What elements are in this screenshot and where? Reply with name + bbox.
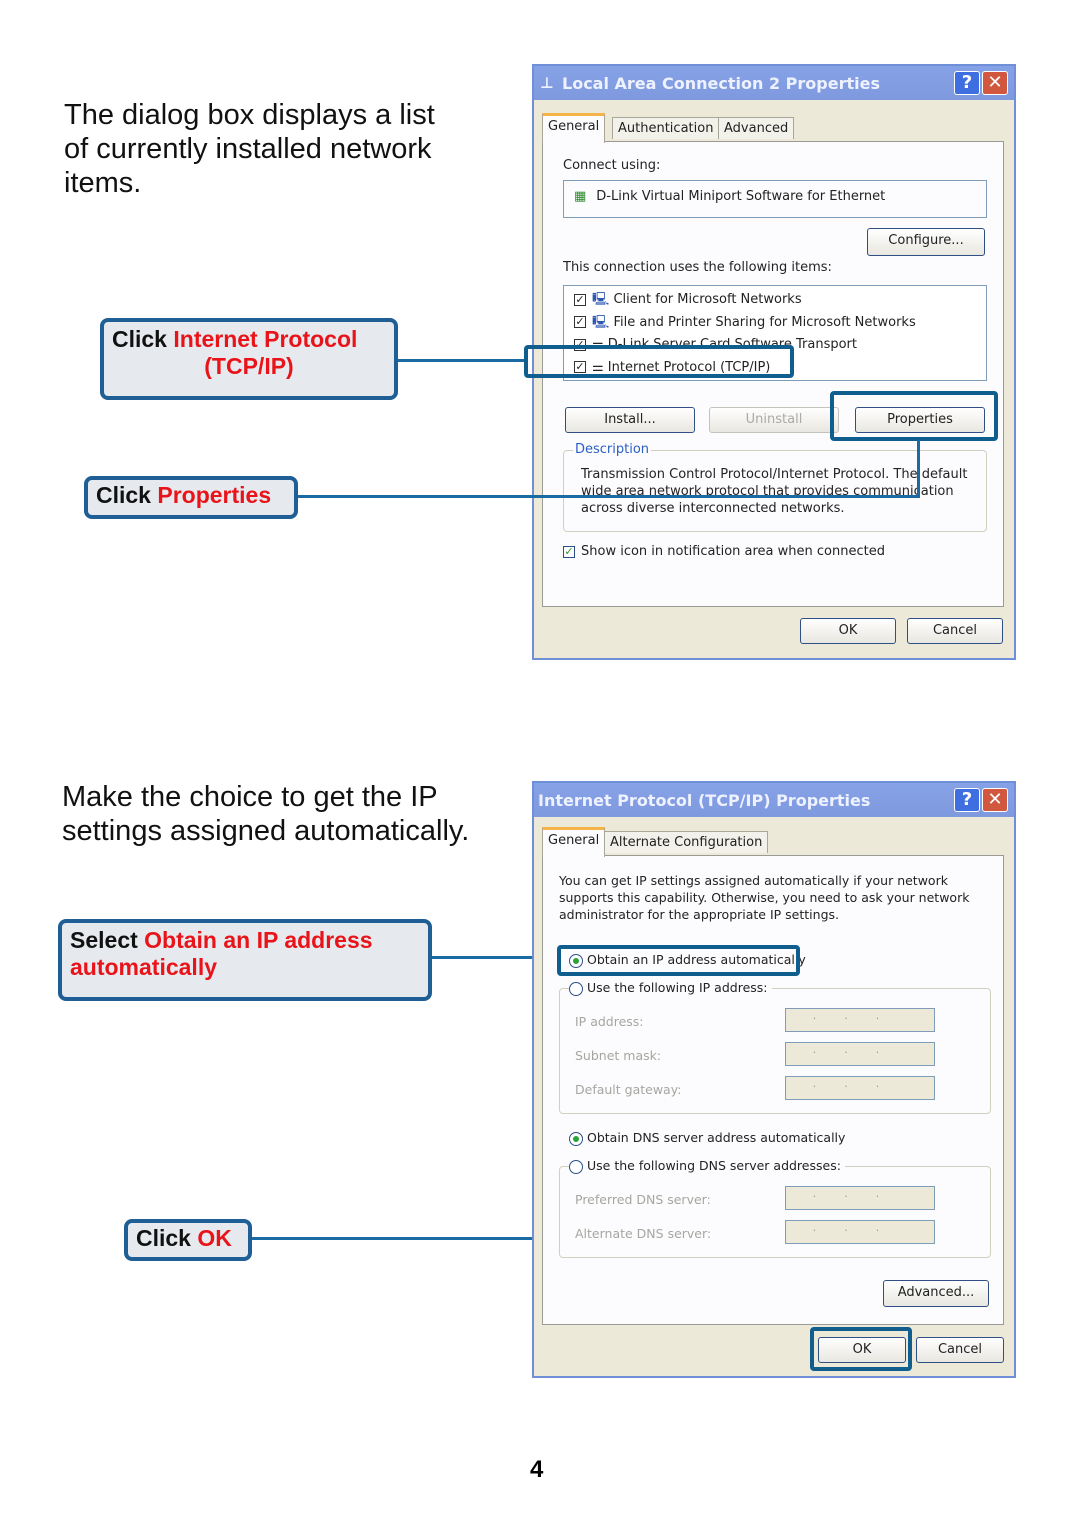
intro-text-2: Make the choice to get the IP settings a… [62,780,469,848]
preferred-dns-input[interactable]: ... [785,1186,935,1210]
tab-advanced[interactable]: Advanced [718,117,795,139]
default-gateway-input[interactable]: ... [785,1076,935,1100]
info-text: You can get IP settings assigned automat… [559,873,970,922]
callout-text: Select [70,927,145,953]
option-label: Obtain DNS server address automatically [587,1130,846,1145]
option-label: Use the following IP address: [587,980,768,995]
dialog-title: Local Area Connection 2 Properties [562,74,880,93]
ok-button[interactable]: OK [800,618,896,644]
dialog-title: Internet Protocol (TCP/IP) Properties [538,791,871,810]
dialog-tcpip-properties: Internet Protocol (TCP/IP) Properties ? … [532,781,1016,1378]
highlight-obtain-ip [557,945,800,976]
callout-highlight: OK [197,1225,232,1251]
list-item[interactable]: ✓ 🖳 File and Printer Sharing for Microsof… [574,312,976,335]
tab-general[interactable]: General [542,827,606,857]
option-label: Use the following DNS server addresses: [587,1158,841,1173]
adapter-field: ▦ D-Link Virtual Miniport Software for Et… [563,180,987,218]
callout-text: Click [96,482,158,508]
callout-text: Click [136,1225,198,1251]
title-bar: Internet Protocol (TCP/IP) Properties ? … [534,783,1014,817]
adapter-name: D-Link Virtual Miniport Software for Eth… [596,189,886,204]
preferred-dns-label: Preferred DNS server: [575,1192,711,1207]
uninstall-button[interactable]: Uninstall [709,407,839,433]
dns-group [559,1166,991,1258]
checkbox[interactable]: ✓ [574,293,586,306]
description-label: Description [573,442,652,457]
ip-address-label: IP address: [575,1014,644,1029]
leader-line [917,440,920,498]
ip-address-input[interactable]: ... [785,1008,935,1032]
intro-text-1: The dialog box displays a list of curren… [64,98,435,200]
close-button[interactable]: ✕ [982,71,1008,95]
page-number: 4 [530,1456,544,1483]
subnet-mask-input[interactable]: ... [785,1042,935,1066]
callout-text: Click [112,326,174,352]
general-panel: You can get IP settings assigned automat… [542,855,1004,1325]
callout-click-ok: Click OK [124,1219,252,1261]
tab-general[interactable]: General [542,113,606,143]
obtain-dns-option[interactable]: Obtain DNS server address automatically [569,1130,845,1146]
highlight-properties [830,391,998,441]
callout-click-properties: Click Properties [84,476,298,519]
description-text: Transmission Control Protocol/Internet P… [581,467,968,516]
show-icon-option[interactable]: ✓ Show icon in notification area when con… [563,544,885,559]
client-icon: 🖳 [592,292,610,307]
item-label: Client for Microsoft Networks [613,292,802,307]
leader-line [298,495,920,498]
radio-button[interactable] [569,981,583,996]
alternate-dns-input[interactable]: ... [785,1220,935,1244]
callout-highlight: Properties [157,482,272,508]
intro-line: settings assigned automatically. [62,815,470,847]
show-icon-label: Show icon in notification area when conn… [581,544,885,559]
network-card-icon: ▦ [574,189,587,204]
highlight-tcp-ip [524,345,794,378]
network-icon: ⊥ [540,74,554,92]
item-label: File and Printer Sharing for Microsoft N… [613,314,916,330]
alternate-dns-label: Alternate DNS server: [575,1226,712,1241]
items-label: This connection uses the following items… [563,260,832,275]
intro-line: The dialog box displays a list [64,99,435,131]
cancel-button[interactable]: Cancel [916,1337,1004,1363]
close-button[interactable]: ✕ [982,788,1008,812]
advanced-button[interactable]: Advanced... [883,1280,989,1307]
use-ip-option[interactable]: Use the following IP address: [569,980,772,996]
default-gateway-label: Default gateway: [575,1082,682,1097]
leader-line [398,359,526,362]
tab-authentication[interactable]: Authentication [612,117,720,139]
use-dns-option[interactable]: Use the following DNS server addresses: [569,1158,845,1174]
callout-highlight: (TCP/IP) [204,353,294,379]
callout-click-tcp: Click Internet Protocol (TCP/IP) [100,318,398,400]
callout-select-obtain: Select Obtain an IP address automaticall… [58,919,432,1001]
tab-alternate-configuration[interactable]: Alternate Configuration [604,831,769,853]
sharing-icon: 🖳 [592,314,610,330]
radio-button[interactable] [569,1159,583,1174]
help-button[interactable]: ? [954,71,980,95]
configure-button[interactable]: Configure... [867,228,985,256]
connect-using-label: Connect using: [563,158,661,173]
radio-button[interactable] [569,1131,583,1146]
help-button[interactable]: ? [954,788,980,812]
list-item[interactable]: ✓ 🖳 Client for Microsoft Networks [574,289,976,312]
checkbox[interactable]: ✓ [574,316,586,328]
cancel-button[interactable]: Cancel [907,618,1003,644]
highlight-ok [810,1327,912,1371]
checkbox[interactable]: ✓ [563,545,575,558]
subnet-mask-label: Subnet mask: [575,1048,662,1063]
callout-highlight: Internet Protocol [173,326,358,352]
intro-line: Make the choice to get the IP [62,781,438,813]
title-bar: ⊥ Local Area Connection 2 Properties ? ✕ [534,66,1014,100]
install-button[interactable]: Install... [565,407,695,433]
intro-line: items. [64,167,142,199]
intro-line: of currently installed network [64,133,432,165]
